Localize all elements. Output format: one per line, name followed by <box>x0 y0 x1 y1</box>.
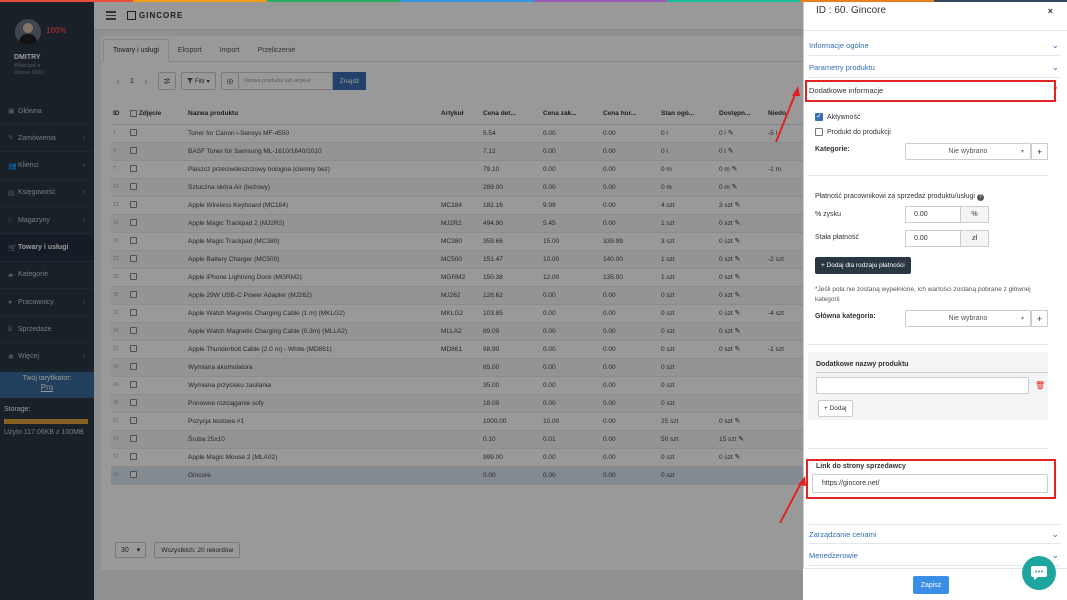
close-icon[interactable]: × <box>1048 6 1053 16</box>
inheritance-note: *Jeśli pola nie zostaną wypełnione, ich … <box>815 286 1031 303</box>
section-prices-label: Zarządzanie cenami <box>809 529 877 539</box>
checkbox-checked-icon[interactable]: ✓ <box>815 113 823 121</box>
employee-payment-text: Płatność pracownikowi za sprzedaż produk… <box>815 193 975 200</box>
add-main-category-button[interactable]: + <box>1031 310 1048 327</box>
category-dropdown[interactable]: Nie wybrano ▾ <box>905 143 1031 160</box>
chevron-down-icon: ⌄ <box>1051 550 1059 560</box>
section-product-params[interactable]: Parametry produktu ⌄ <box>809 58 1061 78</box>
top-color-strip <box>0 0 1067 2</box>
strip-segment <box>533 0 667 2</box>
seller-link-input[interactable]: https://gincore.net/ <box>812 474 1048 493</box>
percent-unit: % <box>961 206 989 223</box>
section-general-label: Informacje ogólne <box>809 41 869 50</box>
active-label: Aktywność <box>827 113 861 121</box>
strip-segment <box>0 0 134 2</box>
fixed-payment-input[interactable]: 0.00 <box>905 230 961 247</box>
highlight-box-additional-info <box>805 80 1056 102</box>
main-category-dropdown[interactable]: Nie wybrano ▾ <box>905 310 1031 327</box>
fixed-payment-unit: zł <box>961 230 989 247</box>
percent-input[interactable]: 0.00 <box>905 206 961 223</box>
production-label: Produkt do produkcji <box>827 128 891 136</box>
add-category-button[interactable]: + <box>1031 143 1048 160</box>
section-general-info[interactable]: Informacje ogólne ⌄ <box>809 36 1061 56</box>
percent-label: % zysku <box>815 211 842 218</box>
panel-title: ID : 60. Gincore <box>816 5 887 16</box>
section-managers-label: Menedżerowie <box>809 551 858 560</box>
trash-icon[interactable]: 🗑 <box>1035 381 1045 390</box>
add-name-button[interactable]: + Dodaj <box>818 400 853 417</box>
chat-icon <box>1031 566 1047 580</box>
section-params-label: Parametry produktu <box>809 63 875 72</box>
chevron-down-icon: ⌄ <box>1051 62 1059 72</box>
seller-link-title: Link do strony sprzedawcy <box>816 463 906 470</box>
section-price-management[interactable]: Zarządzanie cenami ⌄ <box>809 524 1061 544</box>
chat-widget-button[interactable] <box>1022 556 1056 590</box>
category-dropdown-value: Nie wybrano <box>948 148 988 155</box>
category-label: Kategorie: <box>815 146 850 153</box>
main-category-label: Główna kategoria: <box>815 313 876 320</box>
employee-payment-title: Płatność pracownikowi za sprzedaż produk… <box>815 193 984 201</box>
chevron-down-icon: ⌄ <box>1051 528 1059 539</box>
extra-name-input[interactable] <box>816 377 1029 394</box>
extra-names-title: Dodatkowe nazwy produktu <box>816 361 909 368</box>
chevron-down-icon: ⌄ <box>1051 40 1059 50</box>
strip-segment <box>266 0 401 2</box>
strip-segment <box>133 0 267 2</box>
strip-segment <box>800 0 934 2</box>
chevron-down-icon: ▾ <box>1020 149 1024 155</box>
strip-segment <box>400 0 534 2</box>
checkbox-unchecked-icon[interactable] <box>815 128 823 136</box>
strip-segment <box>666 0 801 2</box>
production-checkbox-row[interactable]: Produkt do produkcji <box>815 128 891 136</box>
section-managers[interactable]: Menedżerowie ⌄ <box>809 546 1061 566</box>
save-button[interactable]: Zapisz <box>913 576 949 594</box>
fixed-payment-label: Stała płatność <box>815 234 859 241</box>
main-category-value: Nie wybrano <box>948 315 988 322</box>
strip-segment <box>933 0 1067 2</box>
help-icon[interactable]: ? <box>976 194 984 201</box>
chevron-down-icon: ▾ <box>1020 316 1024 322</box>
active-checkbox-row[interactable]: ✓ Aktywność <box>815 113 860 121</box>
add-payment-type-button[interactable]: + Dodaj dla rodzaju płatności <box>815 257 911 274</box>
modal-backdrop[interactable] <box>0 0 803 600</box>
